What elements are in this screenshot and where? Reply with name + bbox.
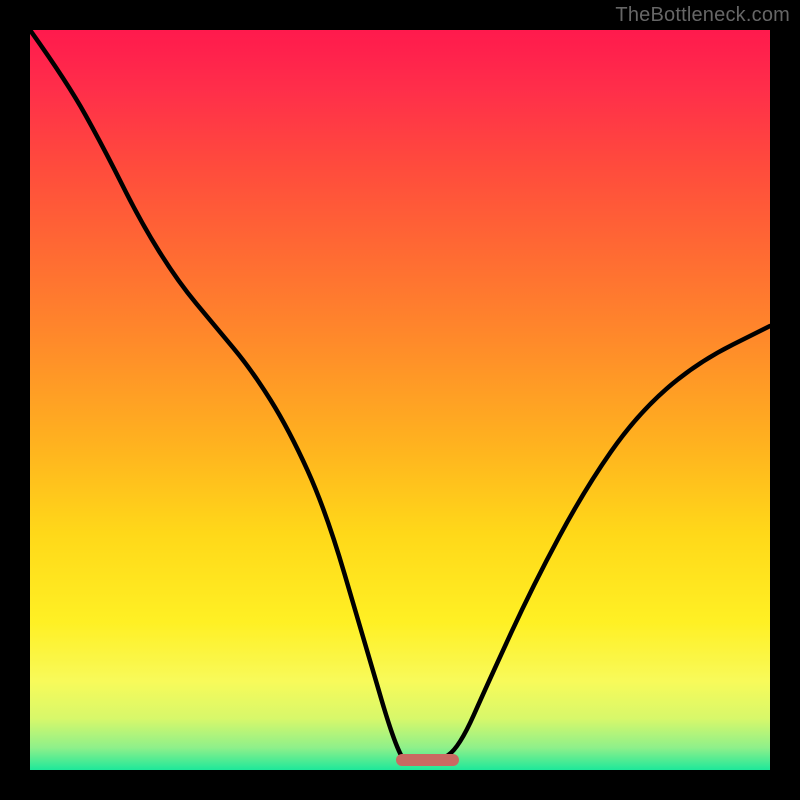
plot-area (30, 30, 770, 770)
watermark-text: TheBottleneck.com (615, 4, 790, 27)
chart-frame: TheBottleneck.com (0, 0, 800, 800)
minimum-marker (396, 754, 459, 766)
bottleneck-curve (30, 30, 770, 770)
curve-path (30, 30, 770, 763)
